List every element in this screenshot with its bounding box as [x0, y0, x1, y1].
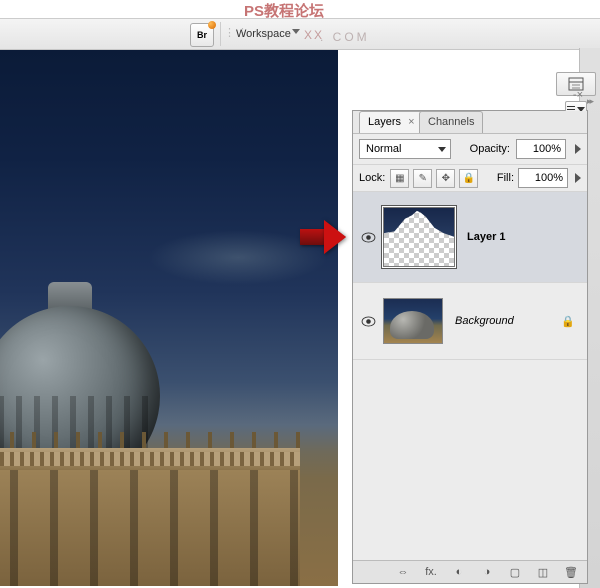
- tab-channels[interactable]: Channels: [419, 111, 483, 133]
- fill-input[interactable]: 100%: [518, 168, 568, 188]
- visibility-toggle[interactable]: [359, 312, 377, 330]
- bridge-button[interactable]: Br: [190, 23, 214, 47]
- layers-panel: -× Layers × Channels Normal Opacity: 100…: [352, 110, 588, 584]
- document-canvas[interactable]: [0, 50, 338, 586]
- bridge-orb-icon: [208, 21, 216, 29]
- workspace-label[interactable]: Workspace: [236, 28, 291, 40]
- link-layers-icon[interactable]: ⇔: [395, 564, 411, 580]
- layer-thumbnail[interactable]: [383, 298, 443, 344]
- lock-label: Lock:: [359, 172, 385, 184]
- panel-tabs: Layers × Channels: [353, 111, 587, 134]
- layer-fx-icon[interactable]: fx.: [423, 564, 439, 580]
- tab-channels-label: Channels: [428, 116, 474, 128]
- layer-name[interactable]: Background: [455, 315, 514, 327]
- layer-name[interactable]: Layer 1: [467, 231, 506, 243]
- empty-space: [353, 360, 587, 470]
- layer-row[interactable]: Background 🔒: [353, 283, 587, 360]
- opacity-value: 100%: [533, 143, 561, 155]
- blend-opacity-row: Normal Opacity: 100%: [353, 134, 587, 165]
- fill-slider-icon[interactable]: [575, 173, 581, 183]
- opacity-input[interactable]: 100%: [516, 139, 566, 159]
- tab-close-icon[interactable]: ×: [408, 116, 414, 128]
- caret-down-icon: [438, 147, 446, 152]
- layer-row[interactable]: Layer 1: [353, 192, 587, 283]
- add-mask-icon[interactable]: ◐: [451, 564, 467, 580]
- lock-all-button[interactable]: 🔒: [459, 169, 478, 188]
- building-shape: [0, 236, 330, 586]
- lock-fill-row: Lock: ▦ ✎ ✥ 🔒 Fill: 100%: [353, 165, 587, 192]
- adjustment-layer-icon[interactable]: ◑: [479, 564, 495, 580]
- lock-pixels-button[interactable]: ✎: [413, 169, 432, 188]
- new-layer-icon[interactable]: ◫: [535, 564, 551, 580]
- opacity-label: Opacity:: [470, 143, 510, 155]
- delete-layer-icon[interactable]: 🗑: [563, 564, 579, 580]
- fill-value: 100%: [535, 172, 563, 184]
- layers-footer: ⇔ fx. ◐ ◑ ▢ ◫ 🗑: [353, 560, 587, 583]
- tab-layers[interactable]: Layers ×: [359, 111, 424, 133]
- panel-collapse-icon[interactable]: -×: [573, 89, 583, 101]
- lock-transparency-button[interactable]: ▦: [390, 169, 409, 188]
- workspace-dropdown-icon[interactable]: [292, 29, 300, 34]
- layer-list[interactable]: Layer 1 Background 🔒: [353, 192, 587, 560]
- new-group-icon[interactable]: ▢: [507, 564, 523, 580]
- layer-thumbnail[interactable]: [383, 207, 455, 267]
- options-bar: Br ⋮⋮ Workspace: [0, 18, 600, 50]
- opacity-slider-icon[interactable]: [575, 144, 581, 154]
- lock-icon: 🔒: [561, 315, 575, 328]
- visibility-toggle[interactable]: [359, 228, 377, 246]
- separator: [220, 22, 221, 46]
- fill-label: Fill:: [497, 172, 514, 184]
- blend-mode-value: Normal: [366, 143, 401, 155]
- bridge-label: Br: [197, 30, 207, 40]
- annotation-arrow-icon: [300, 220, 348, 254]
- watermark-sub2: . COM: [320, 30, 370, 44]
- lock-position-button[interactable]: ✥: [436, 169, 455, 188]
- collapse-chevrons-icon[interactable]: ▸▸: [587, 96, 592, 107]
- tab-layers-label: Layers: [368, 116, 401, 128]
- blend-mode-select[interactable]: Normal: [359, 139, 451, 159]
